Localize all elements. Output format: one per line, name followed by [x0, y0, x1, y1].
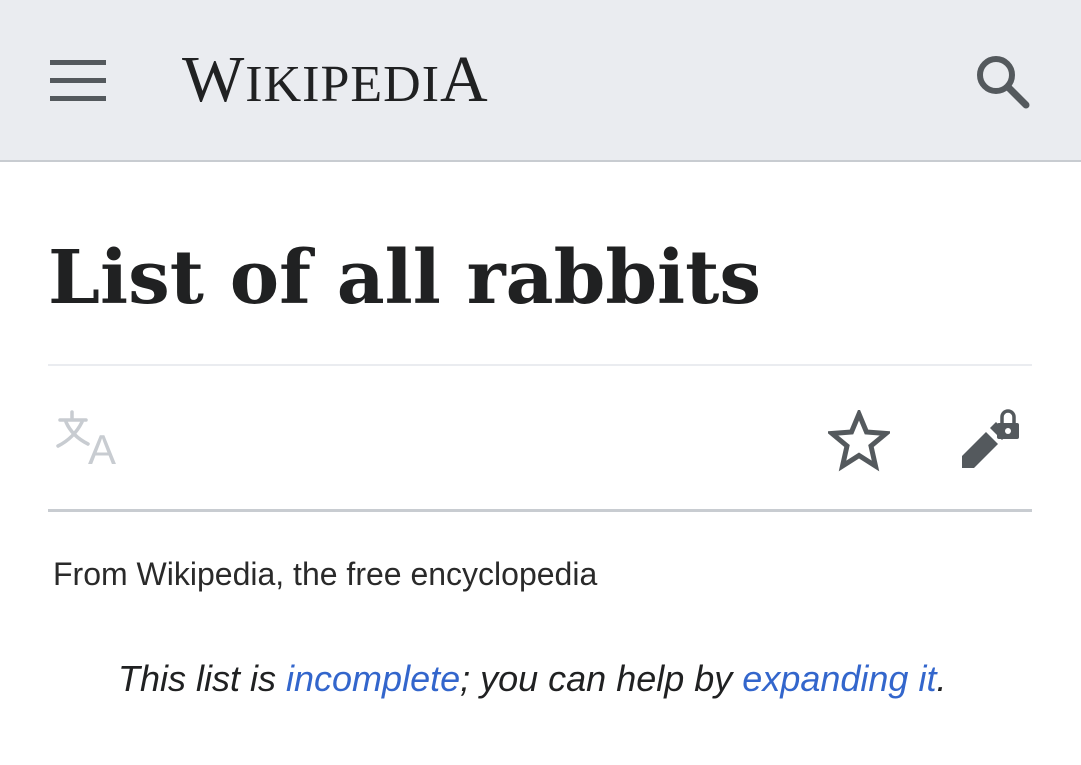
expanding-it-link[interactable]: expanding it [742, 658, 936, 699]
svg-text:A: A [88, 426, 116, 470]
wordmark-last: A [440, 43, 489, 116]
notice-suffix: . [936, 658, 947, 699]
wikipedia-wordmark[interactable]: WIKIPEDIA [182, 40, 489, 120]
actions-divider [48, 509, 1032, 512]
hamburger-menu-icon [50, 60, 106, 101]
language-button[interactable]: A [54, 408, 128, 473]
search-button[interactable] [966, 48, 1038, 114]
notice-middle: ; you can help by [460, 658, 743, 699]
site-header: WIKIPEDIA [0, 0, 1081, 162]
wordmark-middle: IKIPEDI [245, 56, 441, 113]
notice-prefix: This list is [118, 658, 287, 699]
site-tagline: From Wikipedia, the free encyclopedia [53, 556, 598, 592]
main-menu-button[interactable] [40, 48, 116, 114]
incomplete-link[interactable]: incomplete [286, 658, 460, 699]
watch-star-button[interactable] [824, 406, 894, 476]
search-icon [977, 56, 1030, 109]
edit-locked-icon [962, 409, 1019, 468]
page-title: List of all rabbits [48, 235, 762, 321]
edit-button[interactable] [956, 404, 1028, 474]
language-translate-icon: A [56, 410, 116, 473]
wordmark-first: W [182, 43, 246, 116]
incomplete-list-notice: This list is incomplete; you can help by… [118, 656, 946, 702]
star-icon [828, 410, 890, 472]
title-divider [48, 364, 1032, 366]
